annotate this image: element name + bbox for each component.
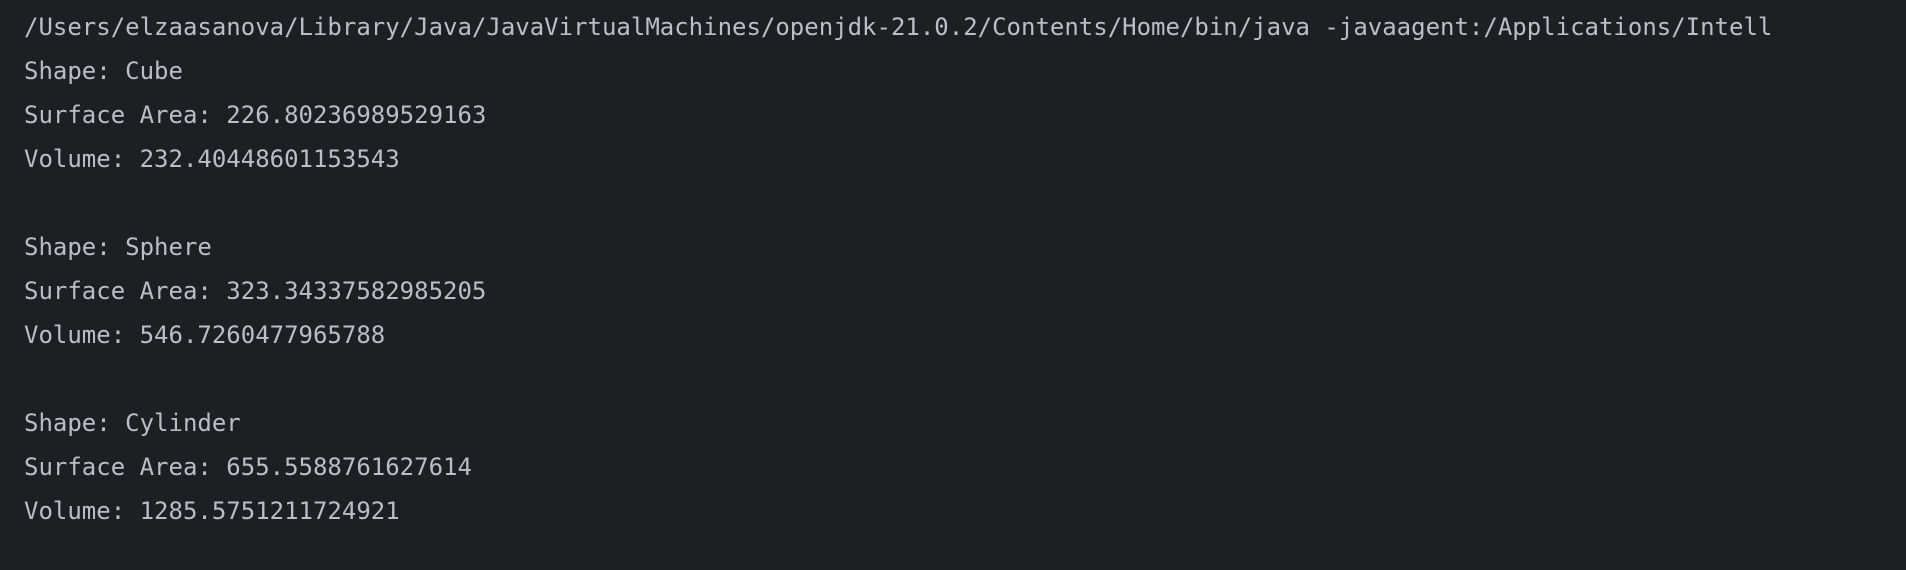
volume-line-sphere: Volume: 546.7260477965788: [24, 321, 386, 349]
surface-area-line-cube: Surface Area: 226.80236989529163: [24, 101, 487, 129]
surface-area-line-sphere: Surface Area: 323.34337582985205: [24, 277, 487, 305]
shape-line-cylinder: Shape: Cylinder: [24, 409, 241, 437]
console-output[interactable]: /Users/elzaasanova/Library/Java/JavaVirt…: [0, 0, 1906, 570]
surface-area-line-cylinder: Surface Area: 655.5588761627614: [24, 453, 472, 481]
volume-line-cylinder: Volume: 1285.5751211724921: [24, 497, 400, 525]
shape-line-sphere: Shape: Sphere: [24, 233, 212, 261]
volume-line-cube: Volume: 232.40448601153543: [24, 145, 400, 173]
shape-line-cube: Shape: Cube: [24, 57, 183, 85]
run-command-line: /Users/elzaasanova/Library/Java/JavaVirt…: [24, 13, 1773, 41]
